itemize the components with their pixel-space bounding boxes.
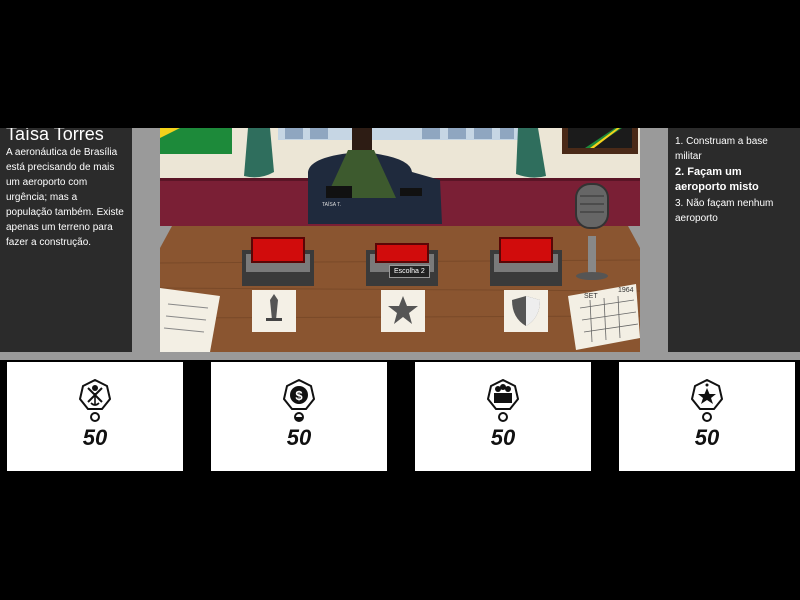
choice-button-1[interactable]	[252, 238, 304, 262]
resource-card-money: $ 50	[211, 362, 387, 471]
choices-panel: 1. Construam a base militar 2. Façam um …	[668, 128, 800, 352]
character-description: A aeronáutica de Brasília está precisand…	[6, 147, 124, 248]
character-panel: Taísa Torres A aeronáutica de Brasília e…	[0, 128, 132, 352]
indicator-money	[294, 412, 304, 422]
indicator-people	[498, 412, 508, 422]
resource-value-prestige: 50	[694, 425, 720, 450]
resource-card-people: 50	[415, 362, 591, 471]
resource-value-money: 50	[286, 425, 312, 450]
svg-text:TAÍSA T.: TAÍSA T.	[322, 201, 341, 208]
military-emblem-icon	[79, 379, 111, 410]
choice-option-2[interactable]: 2. Façam um aeroporto misto	[675, 165, 793, 195]
people-emblem-icon	[487, 379, 519, 410]
choice-button-2[interactable]	[376, 244, 428, 262]
star-emblem-icon	[691, 379, 723, 410]
indicator-prestige	[702, 412, 712, 422]
svg-text:SET: SET	[584, 293, 598, 300]
resource-card-prestige: 50	[619, 362, 795, 471]
game-stage: Taísa Torres A aeronáutica de Brasília e…	[0, 128, 800, 360]
choice-button-3[interactable]	[500, 238, 552, 262]
resource-card-military: 50	[7, 362, 183, 471]
svg-text:1964: 1964	[618, 287, 634, 294]
svg-text:$: $	[295, 388, 303, 403]
office-scene: TAÍSA T. SET 1964 Escolha 2	[160, 128, 640, 352]
choice-option-1[interactable]: 1. Construam a base militar	[675, 134, 793, 164]
resource-bar: 50 $ 50 50 50	[0, 362, 800, 472]
resource-value-people: 50	[490, 425, 516, 450]
choice-option-3[interactable]: 3. Não façam nenhum aeroporto	[675, 196, 793, 226]
indicator-military	[90, 412, 100, 422]
resource-value-military: 50	[82, 425, 108, 450]
money-emblem-icon: $	[283, 379, 315, 410]
choice-tooltip: Escolha 2	[389, 265, 430, 278]
character-name: Taísa Torres	[6, 128, 104, 144]
